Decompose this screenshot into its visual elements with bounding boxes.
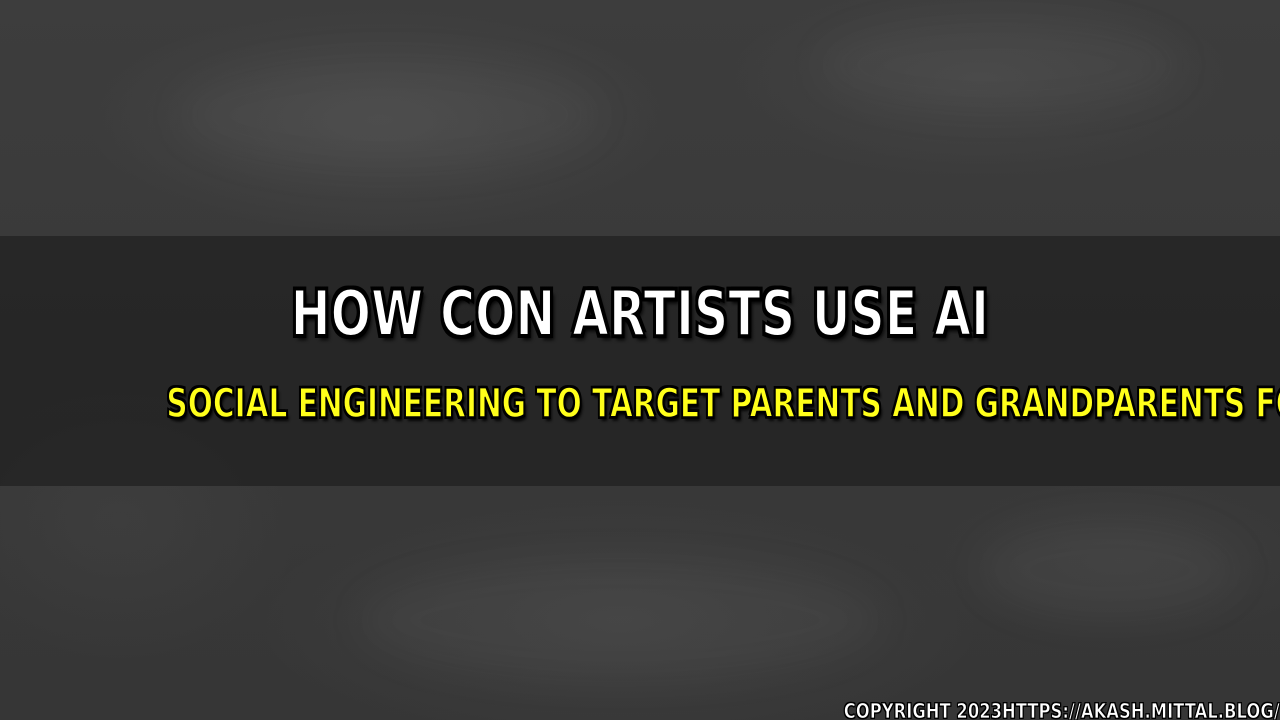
chalk-smudge (360, 560, 880, 680)
chalk-smudge (180, 60, 600, 170)
chalk-smudge (820, 20, 1180, 110)
copyright-notice: COPYRIGHT 2023HTTPS://AKASH.MITTAL.BLOG/ (843, 699, 1280, 720)
chalkboard-background: HOW CON ARTISTS USE AI SOCIAL ENGINEERIN… (0, 0, 1280, 720)
chalk-smudge (980, 520, 1240, 620)
page-title: HOW CON ARTISTS USE AI (290, 276, 990, 351)
page-subtitle: SOCIAL ENGINEERING TO TARGET PARENTS AND… (166, 380, 1280, 427)
